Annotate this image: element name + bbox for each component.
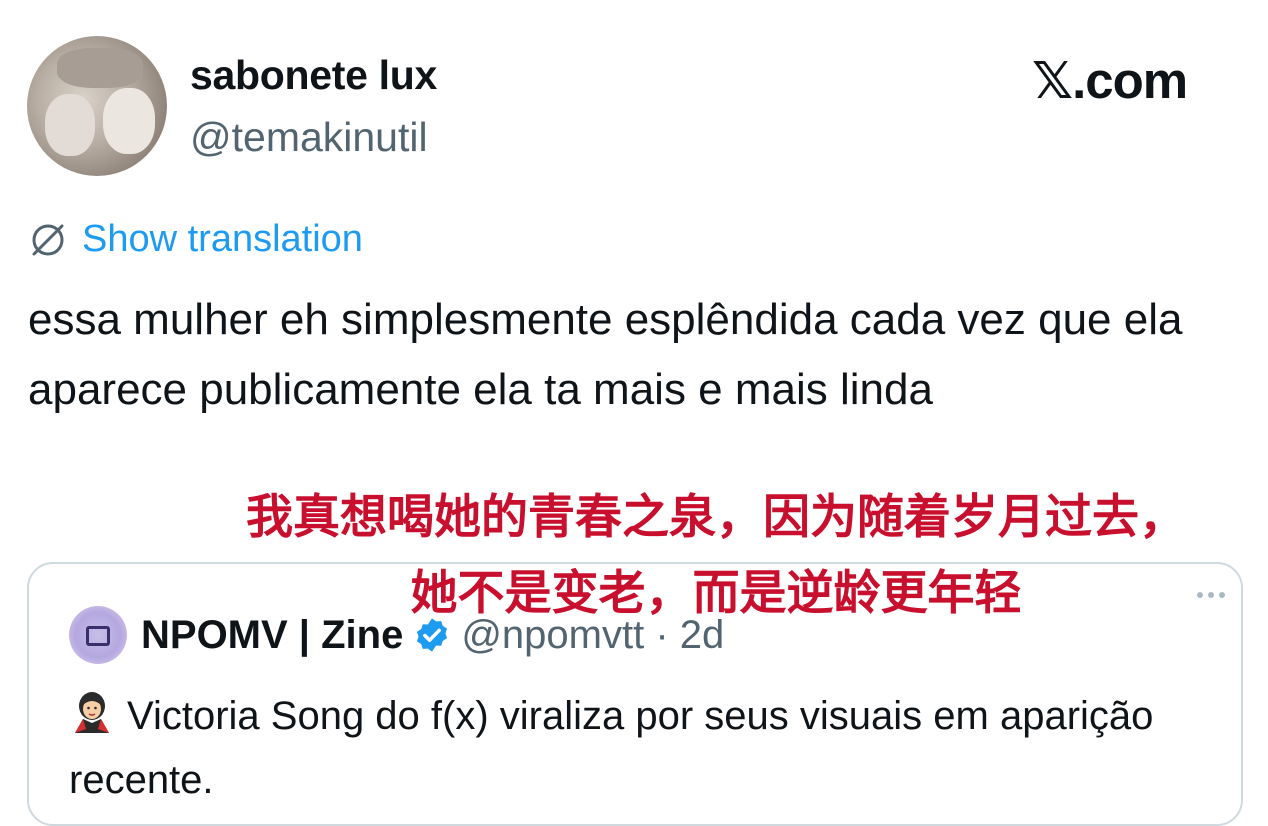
author-display-name[interactable]: sabonete lux bbox=[190, 52, 437, 99]
quoted-author-name[interactable]: NPOMV | Zine bbox=[141, 613, 403, 658]
quoted-tweet-card[interactable]: NPOMV | Zine @npomvtt · 2d Victoria Song… bbox=[27, 562, 1243, 826]
overlay-caption-line-1: 我真想喝她的青春之泉，因为随着岁月过去， bbox=[246, 490, 1186, 545]
avatar-photo-detail bbox=[45, 94, 95, 156]
avatar-photo-detail bbox=[57, 48, 143, 88]
author-avatar[interactable] bbox=[27, 36, 167, 176]
x-logo: 𝕏.com bbox=[1032, 52, 1188, 109]
translate-globe-icon bbox=[32, 224, 64, 255]
vampire-woman-emoji-icon bbox=[75, 692, 109, 733]
quoted-author-avatar[interactable] bbox=[69, 606, 127, 664]
quoted-tweet-text: Victoria Song do f(x) viraliza por seus … bbox=[69, 684, 1209, 812]
author-handle[interactable]: @temakinutil bbox=[190, 114, 428, 161]
quoted-author-handle-time[interactable]: @npomvtt · 2d bbox=[461, 613, 724, 658]
tweet-text: essa mulher eh simplesmente esplêndida c… bbox=[28, 295, 1183, 414]
quoted-tweet-body-text: Victoria Song do f(x) viraliza por seus … bbox=[69, 694, 1154, 802]
quoted-tweet-header: NPOMV | Zine @npomvtt · 2d bbox=[69, 606, 724, 664]
show-translation-link[interactable]: Show translation bbox=[82, 218, 363, 261]
more-options-icon[interactable] bbox=[1197, 592, 1225, 598]
avatar-photo-detail bbox=[103, 88, 155, 154]
show-translation-row[interactable]: Show translation bbox=[28, 218, 363, 261]
verified-badge-icon bbox=[417, 618, 448, 652]
